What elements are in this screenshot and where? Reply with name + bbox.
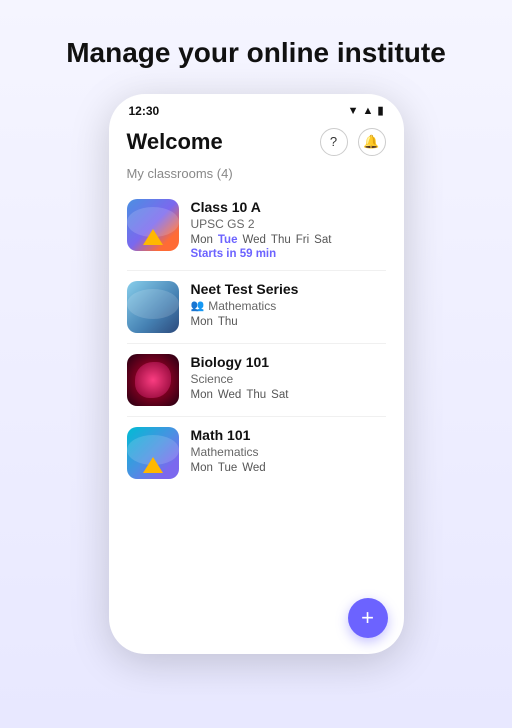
classroom-info-class10a: Class 10 A UPSC GS 2 Mon Tue Wed Thu Fri… bbox=[191, 199, 386, 260]
battery-icon: ▮ bbox=[377, 104, 383, 117]
day-wed-math: Wed bbox=[242, 462, 265, 474]
day-sat-bio: Sat bbox=[271, 389, 288, 401]
help-button[interactable]: ? bbox=[320, 128, 348, 156]
app-title: Welcome bbox=[127, 129, 223, 155]
classroom-item-class10a[interactable]: Class 10 A UPSC GS 2 Mon Tue Wed Thu Fri… bbox=[109, 189, 404, 270]
classroom-sub-class10a: UPSC GS 2 bbox=[191, 217, 386, 231]
classroom-item-math101[interactable]: Math 101 Mathematics Mon Tue Wed bbox=[109, 417, 404, 489]
content-scroll: Class 10 A UPSC GS 2 Mon Tue Wed Thu Fri… bbox=[109, 189, 404, 654]
starts-in-class10a: Starts in 59 min bbox=[191, 248, 386, 260]
hero-section: Manage your online institute bbox=[26, 0, 486, 94]
classroom-item-neet[interactable]: Neet Test Series 👥 Mathematics Mon Thu bbox=[109, 271, 404, 343]
classroom-thumb-class10a bbox=[127, 199, 179, 251]
days-row-math101: Mon Tue Wed bbox=[191, 462, 386, 474]
classroom-info-neet: Neet Test Series 👥 Mathematics Mon Thu bbox=[191, 281, 386, 328]
day-thu: Thu bbox=[271, 234, 291, 246]
add-classroom-button[interactable]: + bbox=[348, 598, 388, 638]
classroom-name-math101: Math 101 bbox=[191, 427, 386, 443]
days-row-biology: Mon Wed Thu Sat bbox=[191, 389, 386, 401]
classroom-name-biology: Biology 101 bbox=[191, 354, 386, 370]
classroom-thumb-biology bbox=[127, 354, 179, 406]
hero-title: Manage your online institute bbox=[26, 0, 486, 94]
header-icons: ? 🔔 bbox=[320, 128, 386, 156]
day-mon-neet: Mon bbox=[191, 316, 213, 328]
day-tue: Tue bbox=[218, 234, 238, 246]
day-thu-neet: Thu bbox=[218, 316, 238, 328]
day-wed-bio: Wed bbox=[218, 389, 241, 401]
status-bar: 12:30 ▼ ▲ ▮ bbox=[109, 94, 404, 122]
classroom-sub-neet: 👥 Mathematics bbox=[191, 299, 386, 313]
days-row-class10a: Mon Tue Wed Thu Fri Sat bbox=[191, 234, 386, 246]
classroom-info-math101: Math 101 Mathematics Mon Tue Wed bbox=[191, 427, 386, 474]
day-fri: Fri bbox=[296, 234, 309, 246]
classrooms-label: My classrooms (4) bbox=[109, 166, 404, 189]
day-thu-bio: Thu bbox=[246, 389, 266, 401]
neet-subject: Mathematics bbox=[208, 299, 276, 313]
signal-icon: ▲ bbox=[363, 105, 374, 117]
classroom-sub-math101: Mathematics bbox=[191, 445, 386, 459]
people-icon: 👥 bbox=[191, 299, 205, 312]
classroom-name-class10a: Class 10 A bbox=[191, 199, 386, 215]
day-tue-math: Tue bbox=[218, 462, 237, 474]
status-time: 12:30 bbox=[129, 104, 160, 118]
classroom-name-neet: Neet Test Series bbox=[191, 281, 386, 297]
classroom-item-biology[interactable]: Biology 101 Science Mon Wed Thu Sat bbox=[109, 344, 404, 416]
day-mon-bio: Mon bbox=[191, 389, 213, 401]
wifi-icon: ▼ bbox=[348, 105, 359, 117]
classroom-thumb-math101 bbox=[127, 427, 179, 479]
phone-frame: 12:30 ▼ ▲ ▮ Welcome ? 🔔 My classrooms (4… bbox=[109, 94, 404, 654]
classroom-sub-biology: Science bbox=[191, 372, 386, 386]
status-icons: ▼ ▲ ▮ bbox=[348, 104, 384, 117]
classroom-thumb-neet bbox=[127, 281, 179, 333]
notification-button[interactable]: 🔔 bbox=[358, 128, 386, 156]
day-mon: Mon bbox=[191, 234, 213, 246]
classroom-info-biology: Biology 101 Science Mon Wed Thu Sat bbox=[191, 354, 386, 401]
app-header: Welcome ? 🔔 bbox=[109, 122, 404, 166]
day-wed: Wed bbox=[242, 234, 265, 246]
days-row-neet: Mon Thu bbox=[191, 316, 386, 328]
day-mon-math: Mon bbox=[191, 462, 213, 474]
day-sat: Sat bbox=[314, 234, 331, 246]
